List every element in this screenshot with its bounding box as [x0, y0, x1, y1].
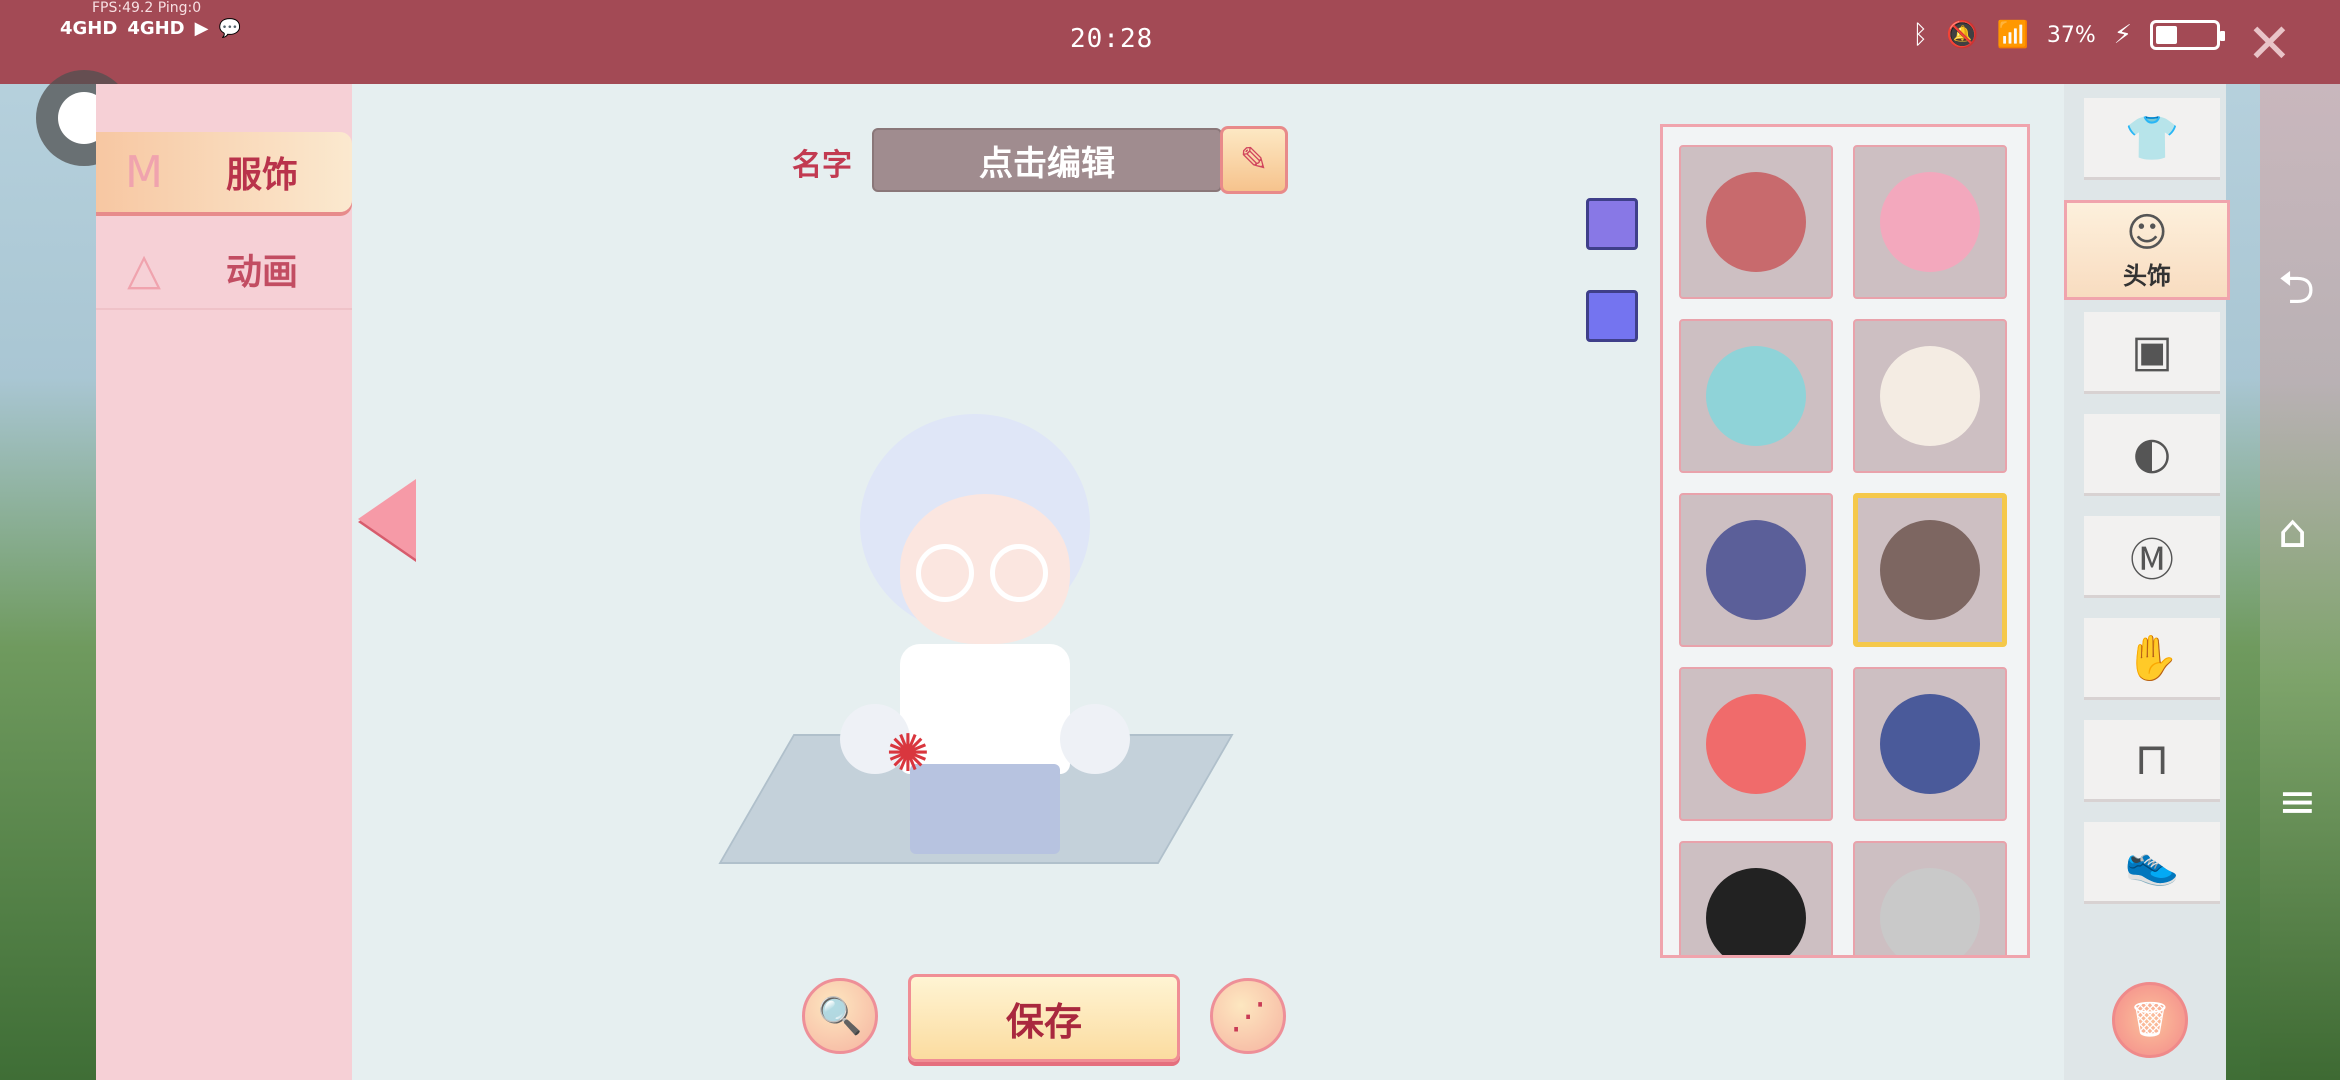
system-icons: ᛒ 🔕 📶 37% ⚡: [1912, 20, 2225, 50]
charging-icon: ⚡: [2113, 20, 2132, 50]
category-tab-pants[interactable]: ⊓: [2084, 720, 2220, 802]
wardrobe-panel: M 服饰 △ 动画 名字 点击编辑 ✎ ✺ 🔍 保存 ⋰ 👕 ☺ 头饰 ▣ ◐ Ⓜ ✋ ⊓ 👟 …: [96, 84, 2230, 1080]
grid-item-zigzag-beanie[interactable]: [1679, 493, 1833, 647]
share-icon: ⋰: [1230, 995, 1266, 1037]
bluetooth-icon: ᛒ: [1912, 20, 1929, 50]
avatar-preview[interactable]: [820, 384, 1160, 884]
color-swatch-blue[interactable]: [1586, 290, 1638, 342]
item-thumbnail: [1880, 520, 1980, 620]
name-input[interactable]: 点击编辑: [872, 128, 1222, 192]
category-tab-face[interactable]: ▣: [2084, 312, 2220, 394]
outfit-icon: 👕: [2124, 112, 2180, 164]
pencil-icon: ✎: [1239, 140, 1269, 180]
grid-item-pink-twin-bun-hair[interactable]: [1679, 145, 1833, 299]
network-2: 4GHD: [127, 18, 185, 39]
flower-icon: ✺: [886, 724, 930, 784]
category-tab-shoes[interactable]: 👟: [2084, 822, 2220, 904]
grid-item-grey-cat-ears-hair[interactable]: [1853, 841, 2007, 955]
gloves-icon: ✋: [2124, 632, 2180, 684]
battery-percent: 37%: [2046, 22, 2096, 48]
head-icon: ☺: [2126, 209, 2168, 256]
mask-icon: ◐: [2132, 428, 2172, 479]
mute-bell-icon: 🔕: [1946, 20, 1979, 50]
grid-item-cat-hood[interactable]: [1853, 319, 2007, 473]
tshirt-icon: Ⓜ: [2130, 534, 2174, 586]
left-menu: M 服饰 △ 动画: [96, 84, 352, 1080]
glasses-right: [990, 544, 1048, 602]
message-icon: 💬: [218, 18, 241, 39]
item-thumbnail: [1880, 694, 1980, 794]
zoom-button[interactable]: 🔍: [802, 978, 878, 1054]
menu-item-label: 服饰: [226, 155, 299, 196]
status-bar: FPS:49.2 Ping:0 4GHD 4GHD ▶ 💬 20:28 ᛒ 🔕 …: [0, 0, 2340, 84]
home-icon[interactable]: ⌂: [2278, 504, 2307, 558]
category-tab-tshirt[interactable]: Ⓜ: [2084, 516, 2220, 598]
close-icon[interactable]: ✕: [2247, 12, 2292, 75]
avatar-skirt: [910, 764, 1060, 854]
edit-name-button[interactable]: ✎: [1220, 126, 1288, 194]
fps-readout: FPS:49.2 Ping:0: [92, 0, 202, 16]
grid-item-cake-crown-hair[interactable]: [1679, 319, 1833, 473]
item-thumbnail: [1706, 172, 1806, 272]
name-label: 名字: [792, 148, 852, 183]
magnifier-icon: 🔍: [817, 996, 863, 1037]
face-icon: ▣: [2131, 326, 2173, 377]
previous-arrow-button[interactable]: [358, 479, 416, 559]
save-button[interactable]: 保存: [908, 974, 1180, 1062]
item-thumbnail: [1880, 346, 1980, 446]
category-tab-outfit[interactable]: 👕: [2084, 98, 2220, 180]
battery-fill: [2156, 26, 2178, 44]
battery-icon: [2150, 20, 2225, 50]
category-tab-label: 头饰: [2123, 261, 2171, 290]
triangle-icon: △: [127, 243, 161, 295]
grid-item-tomato-hair[interactable]: [1679, 667, 1833, 821]
wifi-icon: 📶: [1996, 20, 2029, 50]
avatar-right-glove: [1060, 704, 1130, 774]
category-tab-head[interactable]: ☺ 头饰: [2064, 200, 2230, 300]
navigation-bar: ⮌ ⌂ ≡: [2260, 84, 2340, 1080]
item-thumbnail: [1706, 868, 1806, 955]
color-swatch-purple[interactable]: [1586, 198, 1638, 250]
shirt-m-icon: M: [125, 146, 163, 198]
item-thumbnail: [1880, 868, 1980, 955]
delete-button[interactable]: 🗑: [2112, 982, 2188, 1058]
menu-item-label: 动画: [226, 252, 299, 293]
network-indicators: 4GHD 4GHD ▶ 💬: [60, 18, 241, 39]
grid-item-brown-braid-hair[interactable]: [1853, 493, 2007, 647]
item-thumbnail: [1880, 172, 1980, 272]
trash-icon: 🗑: [2128, 1000, 2172, 1040]
category-bar: 👕 ☺ 头饰 ▣ ◐ Ⓜ ✋ ⊓ 👟: [2064, 84, 2230, 1080]
shoes-icon: 👟: [2124, 836, 2180, 888]
item-grid: [1660, 124, 2030, 958]
grid-item-pink-sunhat-hair[interactable]: [1853, 145, 2007, 299]
back-icon[interactable]: ⮌: [2278, 254, 2315, 332]
grid-item-straw-hat-blue-hair[interactable]: [1853, 667, 2007, 821]
item-thumbnail: [1706, 520, 1806, 620]
item-thumbnail: [1706, 346, 1806, 446]
share-button[interactable]: ⋰: [1210, 978, 1286, 1054]
category-tab-mask[interactable]: ◐: [2084, 414, 2220, 496]
category-tab-gloves[interactable]: ✋: [2084, 618, 2220, 700]
clock: 20:28: [1070, 24, 1154, 54]
menu-item-animation[interactable]: △ 动画: [96, 230, 352, 310]
item-thumbnail: [1706, 694, 1806, 794]
glasses-left: [916, 544, 974, 602]
menu-icon[interactable]: ≡: [2278, 774, 2317, 828]
grid-item-bunny-ears-hair[interactable]: [1679, 841, 1833, 955]
network-1: 4GHD: [60, 18, 118, 39]
menu-item-clothing[interactable]: M 服饰: [96, 132, 352, 212]
pants-icon: ⊓: [2134, 734, 2170, 785]
video-icon: ▶: [194, 18, 209, 39]
